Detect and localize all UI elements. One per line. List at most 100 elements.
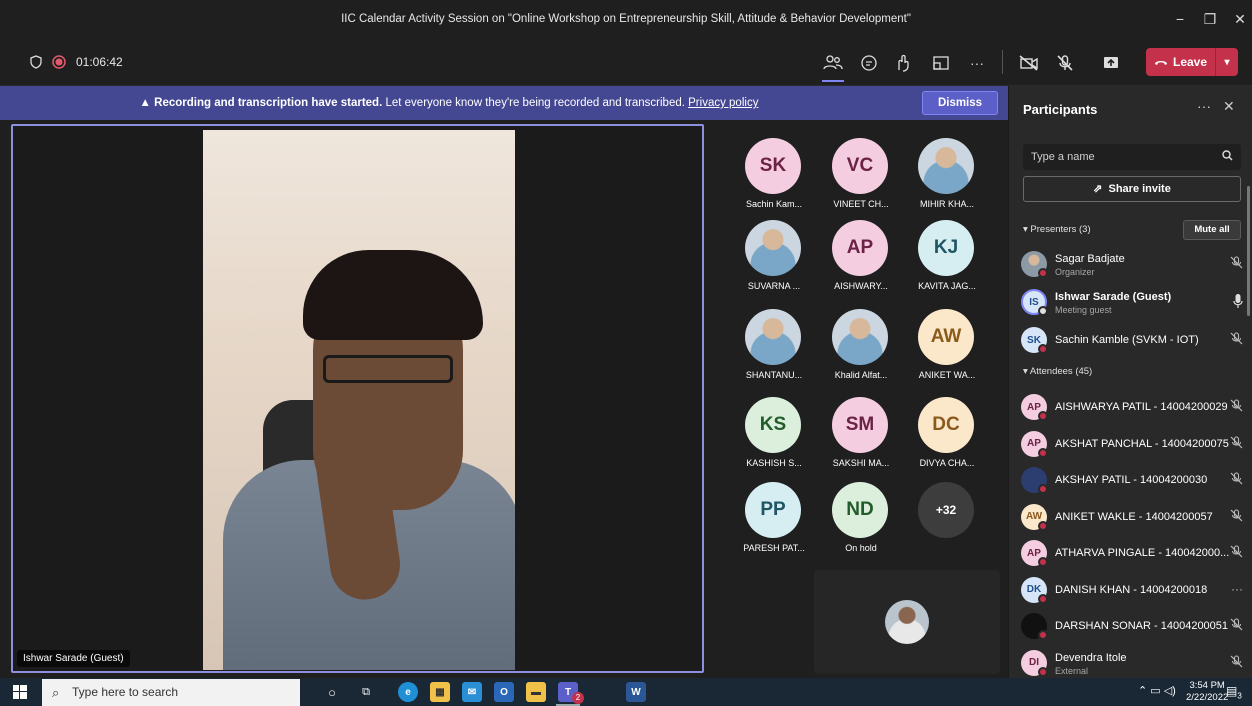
participant-avatar: VC (832, 138, 888, 194)
participant-tile[interactable]: AW ANIKET WA... (900, 299, 994, 383)
participant-role: Meeting guest (1055, 305, 1112, 315)
mic-muted-icon[interactable] (1230, 332, 1243, 348)
leave-main[interactable]: Leave (1146, 48, 1216, 76)
mic-muted-icon[interactable] (1230, 654, 1243, 671)
recording-banner: ▲ Recording and transcription have start… (0, 86, 1008, 120)
taskbar-search-input[interactable]: ⌕ Type here to search (42, 679, 300, 706)
panel-close-icon[interactable]: ✕ (1223, 98, 1235, 115)
mail-icon[interactable]: ✉ (462, 682, 482, 702)
leave-button[interactable]: Leave ▾ (1146, 48, 1238, 76)
participants-icon[interactable] (820, 50, 846, 76)
mic-muted-icon[interactable] (1230, 618, 1243, 634)
participant-tile[interactable]: +32 (900, 472, 994, 556)
attendees-section-header[interactable]: ▾ Attendees (45) (1023, 366, 1092, 377)
participant-name: VINEET CH... (833, 199, 889, 209)
status-dot (1038, 306, 1048, 316)
participant-avatar: KJ (918, 220, 974, 276)
task-view-icon[interactable]: ⧉ (356, 682, 376, 702)
participant-tile[interactable]: SK Sachin Kam... (727, 128, 821, 212)
mic-muted-icon[interactable] (1230, 399, 1243, 415)
participant-tile[interactable]: SHANTANU... (727, 299, 821, 383)
participant-avatar: ND (832, 482, 888, 538)
participant-row[interactable]: AP AKSHAT PANCHAL - 14004200075 (1021, 426, 1245, 460)
mic-on-icon[interactable] (1233, 294, 1243, 311)
participant-name: KASHISH S... (746, 458, 802, 468)
participants-panel: Participants ··· ✕ Type a name ⇗ Share i… (1008, 86, 1252, 678)
close-button[interactable]: ✕ (1220, 0, 1252, 38)
self-avatar (885, 600, 929, 644)
more-actions-icon[interactable]: ··· (964, 50, 990, 76)
participant-row[interactable]: IS Ishwar Sarade (Guest) Meeting guest (1021, 284, 1245, 318)
main-video-stage[interactable]: Ishwar Sarade (Guest) (11, 124, 704, 673)
participant-tile[interactable]: VC VINEET CH... (814, 128, 908, 212)
attendees-label: Attendees (45) (1029, 366, 1093, 377)
mic-muted-icon[interactable] (1230, 472, 1243, 488)
participant-name: MIHIR KHA... (919, 199, 974, 209)
participant-tile[interactable]: KJ KAVITA JAG... (900, 210, 994, 294)
mic-off-icon[interactable] (1052, 50, 1078, 76)
search-icon (1222, 144, 1233, 170)
participant-tile[interactable]: PP PARESH PAT... (727, 472, 821, 556)
participant-name: SHANTANU... (745, 370, 803, 380)
reactions-icon[interactable] (890, 50, 916, 76)
participant-tile[interactable]: KS KASHISH S... (727, 387, 821, 471)
status-dot (1038, 411, 1048, 421)
notifications-icon[interactable]: ▤3 (1226, 684, 1242, 700)
participant-search-input[interactable]: Type a name (1023, 144, 1241, 170)
more-options-icon[interactable]: ··· (1231, 582, 1243, 596)
participant-avatar (745, 309, 801, 365)
windows-start-icon[interactable] (13, 685, 27, 704)
word-icon[interactable]: W (626, 682, 646, 702)
chat-icon[interactable] (856, 50, 882, 76)
dismiss-button[interactable]: Dismiss (922, 91, 998, 115)
mic-muted-icon[interactable] (1230, 256, 1243, 272)
participant-name: AKSHAT PANCHAL - 14004200075 (1055, 437, 1229, 450)
status-dot (1038, 520, 1048, 531)
taskbar-clock[interactable]: 3:54 PM 2/22/2022 (1186, 680, 1228, 704)
participant-tile[interactable]: SM SAKSHI MA... (814, 387, 908, 471)
outlook-icon[interactable]: O (494, 682, 514, 702)
cortana-icon[interactable]: ○ (322, 682, 342, 702)
participant-row[interactable]: AP AISHWARYA PATIL - 14004200029 (1021, 389, 1245, 423)
participant-name: ATHARVA PINGALE - 140042000... (1055, 547, 1230, 559)
file-explorer-icon[interactable]: ▬ (526, 682, 546, 702)
participant-name: SUVARNA ... (747, 281, 801, 291)
share-invite-button[interactable]: ⇗ Share invite (1023, 176, 1241, 202)
privacy-policy-link[interactable]: Privacy policy (688, 97, 758, 109)
system-tray[interactable]: ⌃ ▭ ◁) (1138, 684, 1176, 697)
participant-avatar: SK (745, 138, 801, 194)
participant-name: ANIKET WAKLE - 14004200057 (1055, 510, 1213, 523)
rooms-icon[interactable] (928, 50, 954, 76)
store-icon[interactable]: ▦ (430, 682, 450, 702)
edge-icon[interactable]: e (398, 682, 418, 702)
participant-row[interactable]: AKSHAY PATIL - 14004200030 (1021, 462, 1245, 496)
self-view-tile[interactable] (814, 570, 1000, 674)
mute-all-button[interactable]: Mute all (1183, 220, 1241, 240)
speaker-name-label: Ishwar Sarade (Guest) (17, 650, 130, 667)
leave-options-chevron-icon[interactable]: ▾ (1216, 57, 1238, 68)
share-screen-icon[interactable] (1098, 50, 1124, 76)
participant-row[interactable]: SK Sachin Kamble (SVKM - IOT) (1021, 322, 1245, 356)
panel-more-icon[interactable]: ··· (1197, 98, 1211, 114)
participant-tile[interactable]: Khalid Alfat... (814, 299, 908, 383)
mic-muted-icon[interactable] (1230, 545, 1243, 561)
presenters-section-header[interactable]: ▾ Presenters (3) (1023, 224, 1091, 235)
mic-muted-icon[interactable] (1230, 435, 1243, 452)
status-dot (1038, 593, 1048, 604)
participant-row[interactable]: Sagar Badjate Organizer (1021, 246, 1245, 280)
participant-tile[interactable]: AP AISHWARY... (814, 210, 908, 294)
participant-row[interactable]: AW ANIKET WAKLE - 14004200057 (1021, 499, 1245, 533)
participant-row[interactable]: AP ATHARVA PINGALE - 140042000... (1021, 535, 1245, 569)
participant-tile[interactable]: SUVARNA ... (727, 210, 821, 294)
participant-tile[interactable]: ND On hold (814, 472, 908, 556)
participant-row[interactable]: DK DANISH KHAN - 14004200018 ··· (1021, 572, 1245, 606)
camera-off-icon[interactable] (1016, 50, 1042, 76)
participant-tile[interactable]: DC DIVYA CHA... (900, 387, 994, 471)
participant-row[interactable]: DI Devendra Itole External (1021, 645, 1245, 679)
mic-muted-icon[interactable] (1230, 508, 1243, 525)
panel-scrollbar[interactable] (1247, 186, 1250, 316)
participant-name: Sachin Kam... (745, 199, 803, 209)
participant-row[interactable]: DARSHAN SONAR - 14004200051 (1021, 608, 1245, 642)
participant-tile[interactable]: MIHIR KHA... (900, 128, 994, 212)
share-icon: ⇗ (1093, 183, 1103, 195)
